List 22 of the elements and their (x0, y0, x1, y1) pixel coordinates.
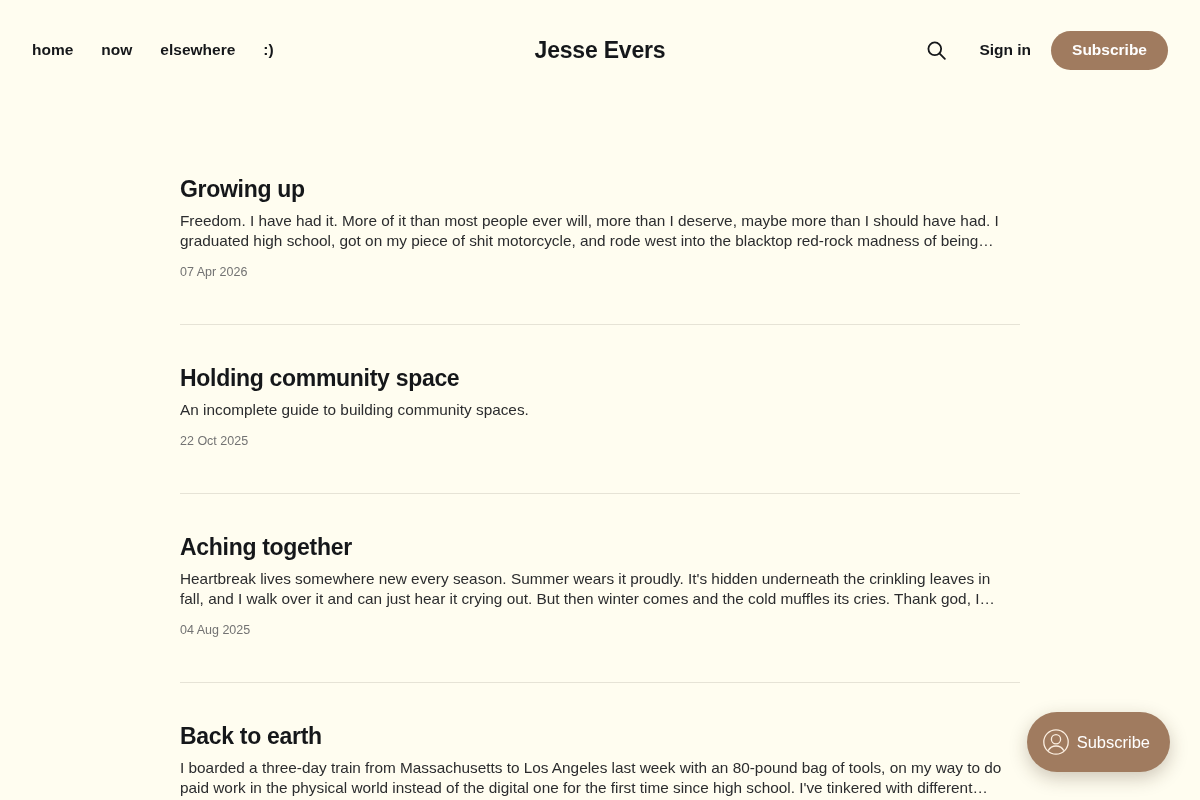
nav-link[interactable]: now (101, 41, 133, 59)
nav-link[interactable]: home (32, 41, 74, 59)
post-title[interactable]: Aching together (180, 532, 1020, 562)
post-title[interactable]: Holding community space (180, 363, 1020, 393)
user-icon (1042, 729, 1069, 755)
floating-subscribe-button[interactable]: Subscribe (1026, 712, 1170, 772)
site-title[interactable]: Jesse Evers (534, 36, 666, 64)
post-date: 07 Apr 2026 (180, 264, 249, 281)
nav-link[interactable]: elsewhere (160, 41, 236, 59)
sign-in-link[interactable]: Sign in (979, 41, 1032, 59)
search-icon[interactable] (927, 40, 947, 60)
nav-link[interactable]: :) (263, 41, 274, 59)
post-excerpt: I boarded a three-day train from Massachusetts to Los Angeles last week with an 80-pound bag of tools, on my way to do paid work in the physical world instead of the digital one for the first time since high school. I've tinkered with different… (180, 758, 1003, 798)
post-title[interactable]: Back to earth (180, 721, 1020, 751)
post-excerpt: Heartbreak lives somewhere new every season. Summer wears it proudly. It's hidden underneath the crinkling leaves in fall, and I walk over it and can just hear it crying out. But then winter comes and the cold muffles its cries. Thank god, I… (180, 569, 996, 609)
post-date: 04 Aug 2025 (180, 622, 252, 639)
subscribe-button[interactable]: Subscribe (1051, 30, 1168, 70)
post-excerpt: An incomplete guide to building community spaces. (180, 400, 530, 420)
post-excerpt: Freedom. I have had it. More of it than most people ever will, more than I deserve, maybe more than I should have had. I graduated high school, got on my piece of shit motorcycle, and rode west into the blacktop red-rock madness of being… (180, 211, 1000, 251)
post-date: 22 Oct 2025 (180, 433, 250, 450)
floating-subscribe-label: Subscribe (1076, 732, 1150, 752)
post-title[interactable]: Growing up (180, 174, 1020, 204)
